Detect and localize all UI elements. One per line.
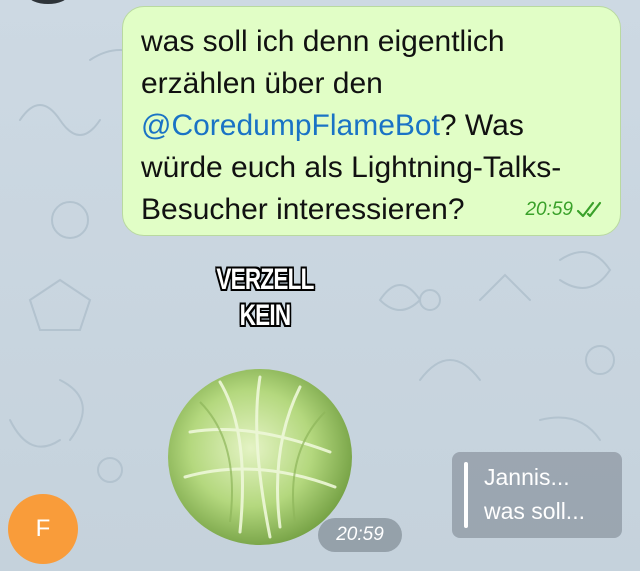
message-meta: 20:59 [525,199,604,221]
message-time: 20:59 [525,199,573,220]
reply-preview-line1: Jannis... [484,464,570,490]
reply-preview-line2: was soll... [484,498,585,524]
outgoing-message-bubble[interactable]: was soll ich denn eigentlich erzählen üb… [122,6,621,236]
sticker-caption: VERZELL KEIN [216,263,314,332]
reply-bar [464,462,468,528]
mention-link[interactable]: @CoredumpFlameBot [141,109,440,142]
reply-preview[interactable]: Jannis... was soll... [452,452,622,538]
avatar[interactable]: F [8,494,78,564]
sticker-time-badge: 20:59 [318,518,402,552]
double-check-read-icon [576,201,602,218]
